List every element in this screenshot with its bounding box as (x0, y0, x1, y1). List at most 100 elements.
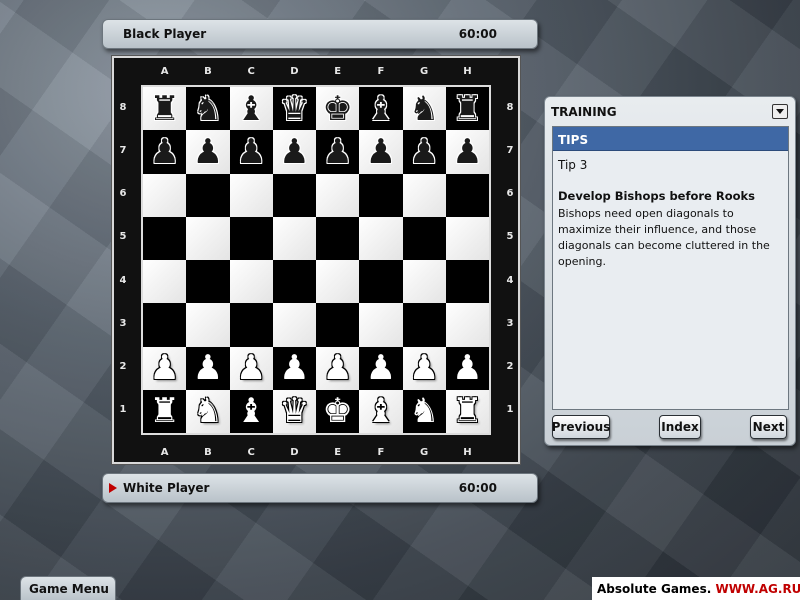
white-pawn-icon[interactable]: ♟ (149, 351, 179, 385)
square-f4[interactable] (359, 260, 403, 304)
white-queen-icon[interactable]: ♛ (279, 394, 309, 428)
white-pawn-icon[interactable]: ♟ (279, 351, 309, 385)
square-h3[interactable] (445, 303, 489, 347)
square-f5[interactable] (359, 216, 403, 260)
square-d4[interactable] (272, 260, 316, 304)
square-c1[interactable]: ♝ (229, 389, 273, 433)
square-d3[interactable] (272, 303, 316, 347)
square-b5[interactable] (186, 216, 230, 260)
white-pawn-icon[interactable]: ♟ (452, 351, 482, 385)
square-b4[interactable] (186, 260, 230, 304)
training-dropdown-button[interactable] (772, 104, 788, 119)
square-h7[interactable]: ♟ (445, 130, 489, 174)
square-c8[interactable]: ♝ (229, 87, 273, 131)
square-b1[interactable]: ♞ (186, 389, 230, 433)
black-pawn-icon[interactable]: ♟ (452, 135, 482, 169)
black-pawn-icon[interactable]: ♟ (366, 135, 396, 169)
square-f8[interactable]: ♝ (359, 87, 403, 131)
index-button[interactable]: Index (659, 415, 701, 439)
black-knight-icon[interactable]: ♞ (409, 92, 439, 126)
square-b2[interactable]: ♟ (186, 346, 230, 390)
square-b8[interactable]: ♞ (186, 87, 230, 131)
square-e1[interactable]: ♚ (316, 389, 360, 433)
square-c3[interactable] (229, 303, 273, 347)
white-pawn-icon[interactable]: ♟ (409, 351, 439, 385)
white-rook-icon[interactable]: ♜ (149, 394, 179, 428)
white-pawn-icon[interactable]: ♟ (366, 351, 396, 385)
chess-board[interactable]: ♜ ♞ ♝ ♛ ♚ ♝ ♞ ♜ ♟ ♟ ♟ ♟ ♟ ♟ ♟ ♟ ♟ ♟ ♟ ♟ ♟ ♟ ♟ ♟ ♜ ♞ ♝ ♛ ♚ ♝ ♞ ♜ (141, 85, 491, 435)
square-b6[interactable] (186, 173, 230, 217)
black-queen-icon[interactable]: ♛ (279, 92, 309, 126)
black-rook-icon[interactable]: ♜ (149, 92, 179, 126)
square-c5[interactable] (229, 216, 273, 260)
previous-button[interactable]: Previous (552, 415, 610, 439)
square-a3[interactable] (143, 303, 187, 347)
square-f6[interactable] (359, 173, 403, 217)
square-c4[interactable] (229, 260, 273, 304)
square-c7[interactable]: ♟ (229, 130, 273, 174)
square-a1[interactable]: ♜ (143, 389, 187, 433)
black-king-icon[interactable]: ♚ (322, 92, 352, 126)
square-b3[interactable] (186, 303, 230, 347)
square-f7[interactable]: ♟ (359, 130, 403, 174)
white-king-icon[interactable]: ♚ (322, 394, 352, 428)
square-g7[interactable]: ♟ (402, 130, 446, 174)
square-a5[interactable] (143, 216, 187, 260)
white-bishop-icon[interactable]: ♝ (366, 394, 396, 428)
square-e4[interactable] (316, 260, 360, 304)
square-a4[interactable] (143, 260, 187, 304)
black-pawn-icon[interactable]: ♟ (322, 135, 352, 169)
black-bishop-icon[interactable]: ♝ (236, 92, 266, 126)
square-f1[interactable]: ♝ (359, 389, 403, 433)
square-e5[interactable] (316, 216, 360, 260)
square-c6[interactable] (229, 173, 273, 217)
square-d5[interactable] (272, 216, 316, 260)
square-c2[interactable]: ♟ (229, 346, 273, 390)
square-a7[interactable]: ♟ (143, 130, 187, 174)
square-e6[interactable] (316, 173, 360, 217)
next-button[interactable]: Next (750, 415, 787, 439)
square-a2[interactable]: ♟ (143, 346, 187, 390)
white-bishop-icon[interactable]: ♝ (236, 394, 266, 428)
white-knight-icon[interactable]: ♞ (409, 394, 439, 428)
black-rook-icon[interactable]: ♜ (452, 92, 482, 126)
square-h6[interactable] (445, 173, 489, 217)
black-pawn-icon[interactable]: ♟ (149, 135, 179, 169)
square-h8[interactable]: ♜ (445, 87, 489, 131)
square-a8[interactable]: ♜ (143, 87, 187, 131)
square-a6[interactable] (143, 173, 187, 217)
square-g8[interactable]: ♞ (402, 87, 446, 131)
square-e7[interactable]: ♟ (316, 130, 360, 174)
square-g4[interactable] (402, 260, 446, 304)
square-h5[interactable] (445, 216, 489, 260)
square-f2[interactable]: ♟ (359, 346, 403, 390)
black-pawn-icon[interactable]: ♟ (279, 135, 309, 169)
white-pawn-icon[interactable]: ♟ (193, 351, 223, 385)
white-rook-icon[interactable]: ♜ (452, 394, 482, 428)
square-d2[interactable]: ♟ (272, 346, 316, 390)
square-d6[interactable] (272, 173, 316, 217)
square-h2[interactable]: ♟ (445, 346, 489, 390)
square-g5[interactable] (402, 216, 446, 260)
square-b7[interactable]: ♟ (186, 130, 230, 174)
square-g6[interactable] (402, 173, 446, 217)
square-g2[interactable]: ♟ (402, 346, 446, 390)
square-h1[interactable]: ♜ (445, 389, 489, 433)
game-menu-button[interactable]: Game Menu (20, 576, 116, 600)
black-pawn-icon[interactable]: ♟ (193, 135, 223, 169)
square-e2[interactable]: ♟ (316, 346, 360, 390)
black-bishop-icon[interactable]: ♝ (366, 92, 396, 126)
black-pawn-icon[interactable]: ♟ (236, 135, 266, 169)
square-e8[interactable]: ♚ (316, 87, 360, 131)
square-e3[interactable] (316, 303, 360, 347)
white-pawn-icon[interactable]: ♟ (236, 351, 266, 385)
black-knight-icon[interactable]: ♞ (193, 92, 223, 126)
white-knight-icon[interactable]: ♞ (193, 394, 223, 428)
square-d8[interactable]: ♛ (272, 87, 316, 131)
square-g1[interactable]: ♞ (402, 389, 446, 433)
square-d7[interactable]: ♟ (272, 130, 316, 174)
square-f3[interactable] (359, 303, 403, 347)
white-pawn-icon[interactable]: ♟ (322, 351, 352, 385)
black-pawn-icon[interactable]: ♟ (409, 135, 439, 169)
square-g3[interactable] (402, 303, 446, 347)
